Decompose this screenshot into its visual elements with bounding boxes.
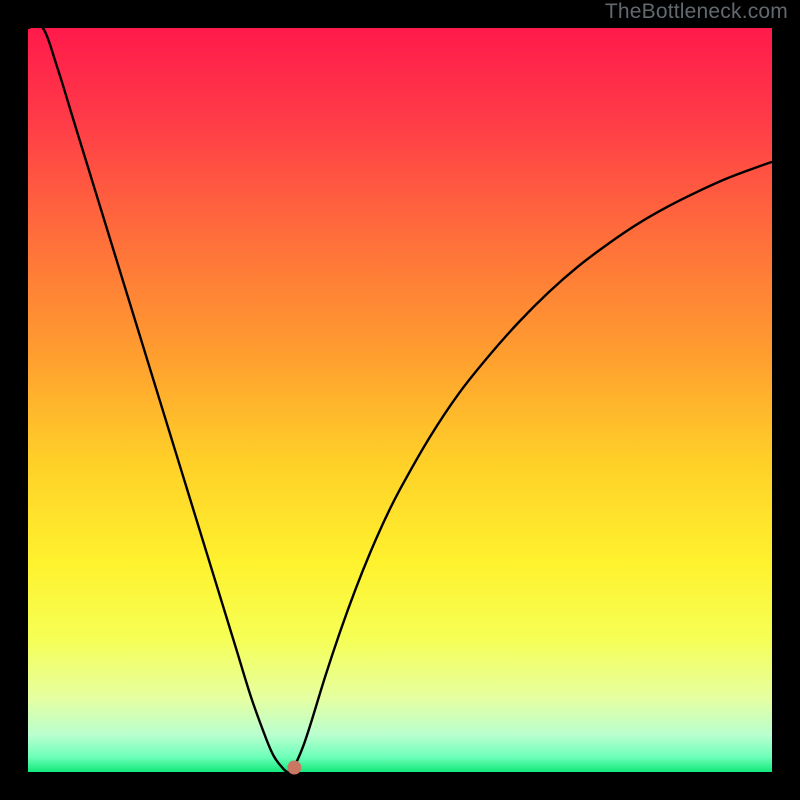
chart-svg bbox=[0, 0, 800, 800]
plot-area bbox=[28, 28, 772, 772]
watermark-text: TheBottleneck.com bbox=[605, 0, 788, 24]
optimal-point-marker bbox=[287, 761, 301, 775]
chart-container: TheBottleneck.com bbox=[0, 0, 800, 800]
